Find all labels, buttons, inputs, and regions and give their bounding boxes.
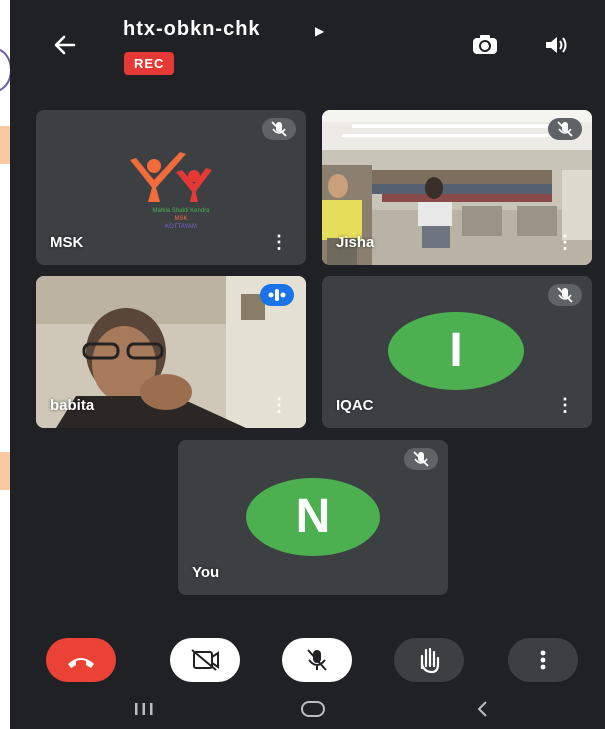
home-icon[interactable]	[300, 700, 326, 724]
participant-name: MSK	[50, 234, 84, 251]
more-vert-icon	[540, 650, 546, 670]
back-arrow-icon[interactable]	[50, 32, 80, 58]
mic-off-icon	[262, 118, 296, 140]
call-header: htx-obkn-chk ▶ REC	[10, 0, 605, 95]
more-vert-icon[interactable]: ⋮	[556, 396, 574, 414]
raise-hand-button[interactable]	[394, 638, 464, 682]
participant-tile-babita[interactable]: babita ⋮	[36, 276, 306, 428]
recent-apps-icon[interactable]	[132, 700, 156, 724]
participant-name: You	[192, 564, 220, 581]
msk-logo-abbr: MSK	[174, 216, 187, 222]
more-options-button[interactable]	[508, 638, 578, 682]
background-banner-fragment	[0, 452, 10, 490]
meet-call-screen: htx-obkn-chk ▶ REC Mahila Shakti Kendra …	[10, 0, 605, 729]
msk-logo: Mahila Shakti Kendra MSK KOTTAYAM	[130, 152, 212, 230]
back-nav-icon[interactable]	[474, 700, 492, 724]
camera-toggle-button[interactable]	[170, 638, 240, 682]
participant-name: IQAC	[336, 397, 374, 414]
mic-off-icon	[548, 284, 582, 306]
speaker-icon[interactable]	[542, 32, 570, 58]
participant-tile-self[interactable]: N You	[178, 440, 448, 595]
avatar: N	[246, 478, 380, 556]
msk-logo-place: KOTTAYAM	[165, 224, 197, 230]
more-vert-icon[interactable]: ⋮	[556, 233, 574, 251]
camera-off-icon	[191, 649, 219, 671]
avatar: I	[388, 312, 524, 390]
call-controls-bar	[10, 630, 605, 688]
participant-tile-jisha[interactable]: Jisha ⋮	[322, 110, 592, 265]
meeting-code[interactable]: htx-obkn-chk	[123, 18, 261, 41]
mic-off-icon	[404, 448, 438, 470]
microphone-toggle-button[interactable]	[282, 638, 352, 682]
switch-camera-icon[interactable]	[470, 32, 500, 58]
more-vert-icon[interactable]: ⋮	[270, 396, 288, 414]
participant-tile-iqac[interactable]: I IQAC ⋮	[322, 276, 592, 428]
end-call-button[interactable]	[46, 638, 116, 682]
hand-icon	[420, 647, 440, 674]
background-page-strip	[0, 0, 12, 729]
msk-logo-title: Mahila Shakti Kendra	[152, 208, 210, 214]
participant-name: babita	[50, 397, 95, 414]
mic-off-icon	[548, 118, 582, 140]
hang-up-icon	[68, 658, 94, 668]
background-banner-fragment	[0, 126, 10, 164]
participant-name: Jisha	[336, 234, 375, 251]
system-navigation-bar	[10, 692, 605, 729]
recording-badge: REC	[124, 52, 175, 75]
caret-right-icon[interactable]: ▶	[315, 24, 324, 38]
more-vert-icon[interactable]: ⋮	[270, 233, 288, 251]
speaking-indicator-icon	[260, 284, 294, 306]
participant-tile-msk[interactable]: Mahila Shakti Kendra MSK KOTTAYAM MSK ⋮	[36, 110, 306, 265]
mic-off-icon	[307, 649, 327, 671]
